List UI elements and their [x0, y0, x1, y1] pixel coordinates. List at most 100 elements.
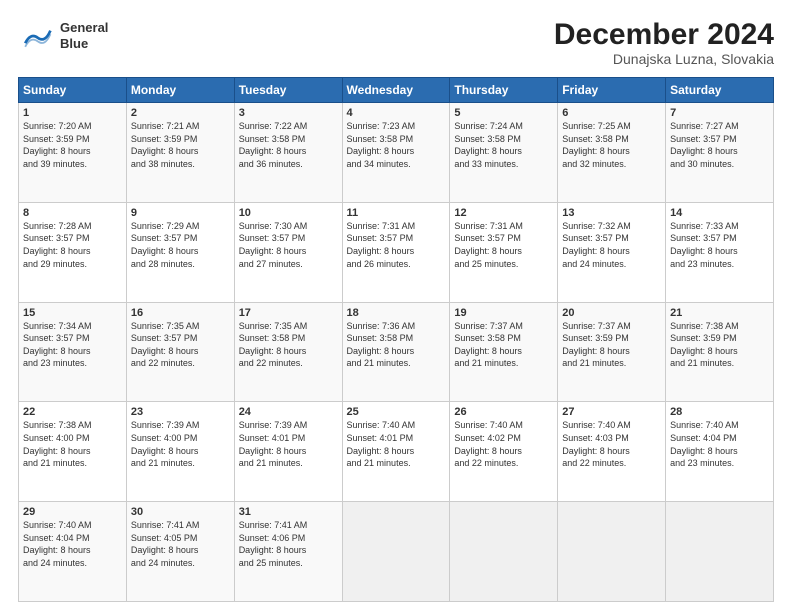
- weekday-header-saturday: Saturday: [666, 78, 774, 103]
- week-row-5: 29Sunrise: 7:40 AM Sunset: 4:04 PM Dayli…: [19, 502, 774, 602]
- day-info: Sunrise: 7:24 AM Sunset: 3:58 PM Dayligh…: [454, 120, 553, 170]
- day-cell: 3Sunrise: 7:22 AM Sunset: 3:58 PM Daylig…: [234, 103, 342, 203]
- day-number: 8: [23, 207, 122, 219]
- day-info: Sunrise: 7:34 AM Sunset: 3:57 PM Dayligh…: [23, 320, 122, 370]
- day-cell: 16Sunrise: 7:35 AM Sunset: 3:57 PM Dayli…: [126, 302, 234, 402]
- logo-text: General Blue: [60, 20, 108, 51]
- day-cell: [450, 502, 558, 602]
- day-cell: 21Sunrise: 7:38 AM Sunset: 3:59 PM Dayli…: [666, 302, 774, 402]
- logo: General Blue: [18, 18, 108, 54]
- day-info: Sunrise: 7:30 AM Sunset: 3:57 PM Dayligh…: [239, 220, 338, 270]
- day-number: 21: [670, 307, 769, 319]
- day-cell: 5Sunrise: 7:24 AM Sunset: 3:58 PM Daylig…: [450, 103, 558, 203]
- day-info: Sunrise: 7:32 AM Sunset: 3:57 PM Dayligh…: [562, 220, 661, 270]
- day-number: 4: [347, 107, 446, 119]
- weekday-header-tuesday: Tuesday: [234, 78, 342, 103]
- day-number: 27: [562, 406, 661, 418]
- day-number: 20: [562, 307, 661, 319]
- day-info: Sunrise: 7:35 AM Sunset: 3:57 PM Dayligh…: [131, 320, 230, 370]
- day-cell: 24Sunrise: 7:39 AM Sunset: 4:01 PM Dayli…: [234, 402, 342, 502]
- day-cell: 4Sunrise: 7:23 AM Sunset: 3:58 PM Daylig…: [342, 103, 450, 203]
- day-number: 11: [347, 207, 446, 219]
- day-number: 16: [131, 307, 230, 319]
- day-cell: 26Sunrise: 7:40 AM Sunset: 4:02 PM Dayli…: [450, 402, 558, 502]
- day-info: Sunrise: 7:27 AM Sunset: 3:57 PM Dayligh…: [670, 120, 769, 170]
- logo-line1: General: [60, 20, 108, 35]
- day-number: 5: [454, 107, 553, 119]
- day-cell: 12Sunrise: 7:31 AM Sunset: 3:57 PM Dayli…: [450, 202, 558, 302]
- day-cell: 6Sunrise: 7:25 AM Sunset: 3:58 PM Daylig…: [558, 103, 666, 203]
- day-cell: 20Sunrise: 7:37 AM Sunset: 3:59 PM Dayli…: [558, 302, 666, 402]
- weekday-header-sunday: Sunday: [19, 78, 127, 103]
- month-title: December 2024: [554, 18, 774, 51]
- day-info: Sunrise: 7:23 AM Sunset: 3:58 PM Dayligh…: [347, 120, 446, 170]
- day-info: Sunrise: 7:39 AM Sunset: 4:00 PM Dayligh…: [131, 419, 230, 469]
- weekday-header-wednesday: Wednesday: [342, 78, 450, 103]
- day-number: 12: [454, 207, 553, 219]
- day-cell: 22Sunrise: 7:38 AM Sunset: 4:00 PM Dayli…: [19, 402, 127, 502]
- day-cell: 14Sunrise: 7:33 AM Sunset: 3:57 PM Dayli…: [666, 202, 774, 302]
- page: General Blue December 2024 Dunajska Luzn…: [0, 0, 792, 612]
- weekday-header-monday: Monday: [126, 78, 234, 103]
- day-info: Sunrise: 7:37 AM Sunset: 3:59 PM Dayligh…: [562, 320, 661, 370]
- day-cell: 8Sunrise: 7:28 AM Sunset: 3:57 PM Daylig…: [19, 202, 127, 302]
- day-number: 6: [562, 107, 661, 119]
- day-number: 13: [562, 207, 661, 219]
- weekday-header-row: SundayMondayTuesdayWednesdayThursdayFrid…: [19, 78, 774, 103]
- day-number: 9: [131, 207, 230, 219]
- day-cell: 31Sunrise: 7:41 AM Sunset: 4:06 PM Dayli…: [234, 502, 342, 602]
- day-info: Sunrise: 7:28 AM Sunset: 3:57 PM Dayligh…: [23, 220, 122, 270]
- day-info: Sunrise: 7:41 AM Sunset: 4:05 PM Dayligh…: [131, 519, 230, 569]
- day-cell: 25Sunrise: 7:40 AM Sunset: 4:01 PM Dayli…: [342, 402, 450, 502]
- day-number: 17: [239, 307, 338, 319]
- day-info: Sunrise: 7:22 AM Sunset: 3:58 PM Dayligh…: [239, 120, 338, 170]
- day-info: Sunrise: 7:38 AM Sunset: 4:00 PM Dayligh…: [23, 419, 122, 469]
- day-number: 31: [239, 506, 338, 518]
- day-cell: 23Sunrise: 7:39 AM Sunset: 4:00 PM Dayli…: [126, 402, 234, 502]
- location-title: Dunajska Luzna, Slovakia: [554, 51, 774, 67]
- logo-icon: [18, 18, 54, 54]
- day-number: 10: [239, 207, 338, 219]
- title-block: December 2024 Dunajska Luzna, Slovakia: [554, 18, 774, 67]
- day-info: Sunrise: 7:37 AM Sunset: 3:58 PM Dayligh…: [454, 320, 553, 370]
- day-cell: 30Sunrise: 7:41 AM Sunset: 4:05 PM Dayli…: [126, 502, 234, 602]
- day-info: Sunrise: 7:20 AM Sunset: 3:59 PM Dayligh…: [23, 120, 122, 170]
- day-cell: 1Sunrise: 7:20 AM Sunset: 3:59 PM Daylig…: [19, 103, 127, 203]
- day-number: 14: [670, 207, 769, 219]
- day-info: Sunrise: 7:40 AM Sunset: 4:03 PM Dayligh…: [562, 419, 661, 469]
- day-number: 19: [454, 307, 553, 319]
- day-cell: 10Sunrise: 7:30 AM Sunset: 3:57 PM Dayli…: [234, 202, 342, 302]
- day-info: Sunrise: 7:25 AM Sunset: 3:58 PM Dayligh…: [562, 120, 661, 170]
- day-info: Sunrise: 7:40 AM Sunset: 4:02 PM Dayligh…: [454, 419, 553, 469]
- day-info: Sunrise: 7:40 AM Sunset: 4:01 PM Dayligh…: [347, 419, 446, 469]
- day-info: Sunrise: 7:29 AM Sunset: 3:57 PM Dayligh…: [131, 220, 230, 270]
- day-info: Sunrise: 7:31 AM Sunset: 3:57 PM Dayligh…: [347, 220, 446, 270]
- day-cell: [558, 502, 666, 602]
- day-number: 29: [23, 506, 122, 518]
- day-info: Sunrise: 7:38 AM Sunset: 3:59 PM Dayligh…: [670, 320, 769, 370]
- day-number: 23: [131, 406, 230, 418]
- week-row-3: 15Sunrise: 7:34 AM Sunset: 3:57 PM Dayli…: [19, 302, 774, 402]
- day-info: Sunrise: 7:40 AM Sunset: 4:04 PM Dayligh…: [670, 419, 769, 469]
- day-cell: 13Sunrise: 7:32 AM Sunset: 3:57 PM Dayli…: [558, 202, 666, 302]
- day-info: Sunrise: 7:35 AM Sunset: 3:58 PM Dayligh…: [239, 320, 338, 370]
- day-cell: 19Sunrise: 7:37 AM Sunset: 3:58 PM Dayli…: [450, 302, 558, 402]
- header: General Blue December 2024 Dunajska Luzn…: [18, 18, 774, 67]
- day-info: Sunrise: 7:40 AM Sunset: 4:04 PM Dayligh…: [23, 519, 122, 569]
- day-number: 22: [23, 406, 122, 418]
- day-info: Sunrise: 7:33 AM Sunset: 3:57 PM Dayligh…: [670, 220, 769, 270]
- day-number: 3: [239, 107, 338, 119]
- week-row-4: 22Sunrise: 7:38 AM Sunset: 4:00 PM Dayli…: [19, 402, 774, 502]
- day-number: 26: [454, 406, 553, 418]
- logo-line2: Blue: [60, 36, 88, 51]
- day-cell: [666, 502, 774, 602]
- day-number: 28: [670, 406, 769, 418]
- day-number: 25: [347, 406, 446, 418]
- day-number: 2: [131, 107, 230, 119]
- day-number: 7: [670, 107, 769, 119]
- day-info: Sunrise: 7:21 AM Sunset: 3:59 PM Dayligh…: [131, 120, 230, 170]
- day-cell: 17Sunrise: 7:35 AM Sunset: 3:58 PM Dayli…: [234, 302, 342, 402]
- day-cell: 15Sunrise: 7:34 AM Sunset: 3:57 PM Dayli…: [19, 302, 127, 402]
- day-cell: 18Sunrise: 7:36 AM Sunset: 3:58 PM Dayli…: [342, 302, 450, 402]
- weekday-header-thursday: Thursday: [450, 78, 558, 103]
